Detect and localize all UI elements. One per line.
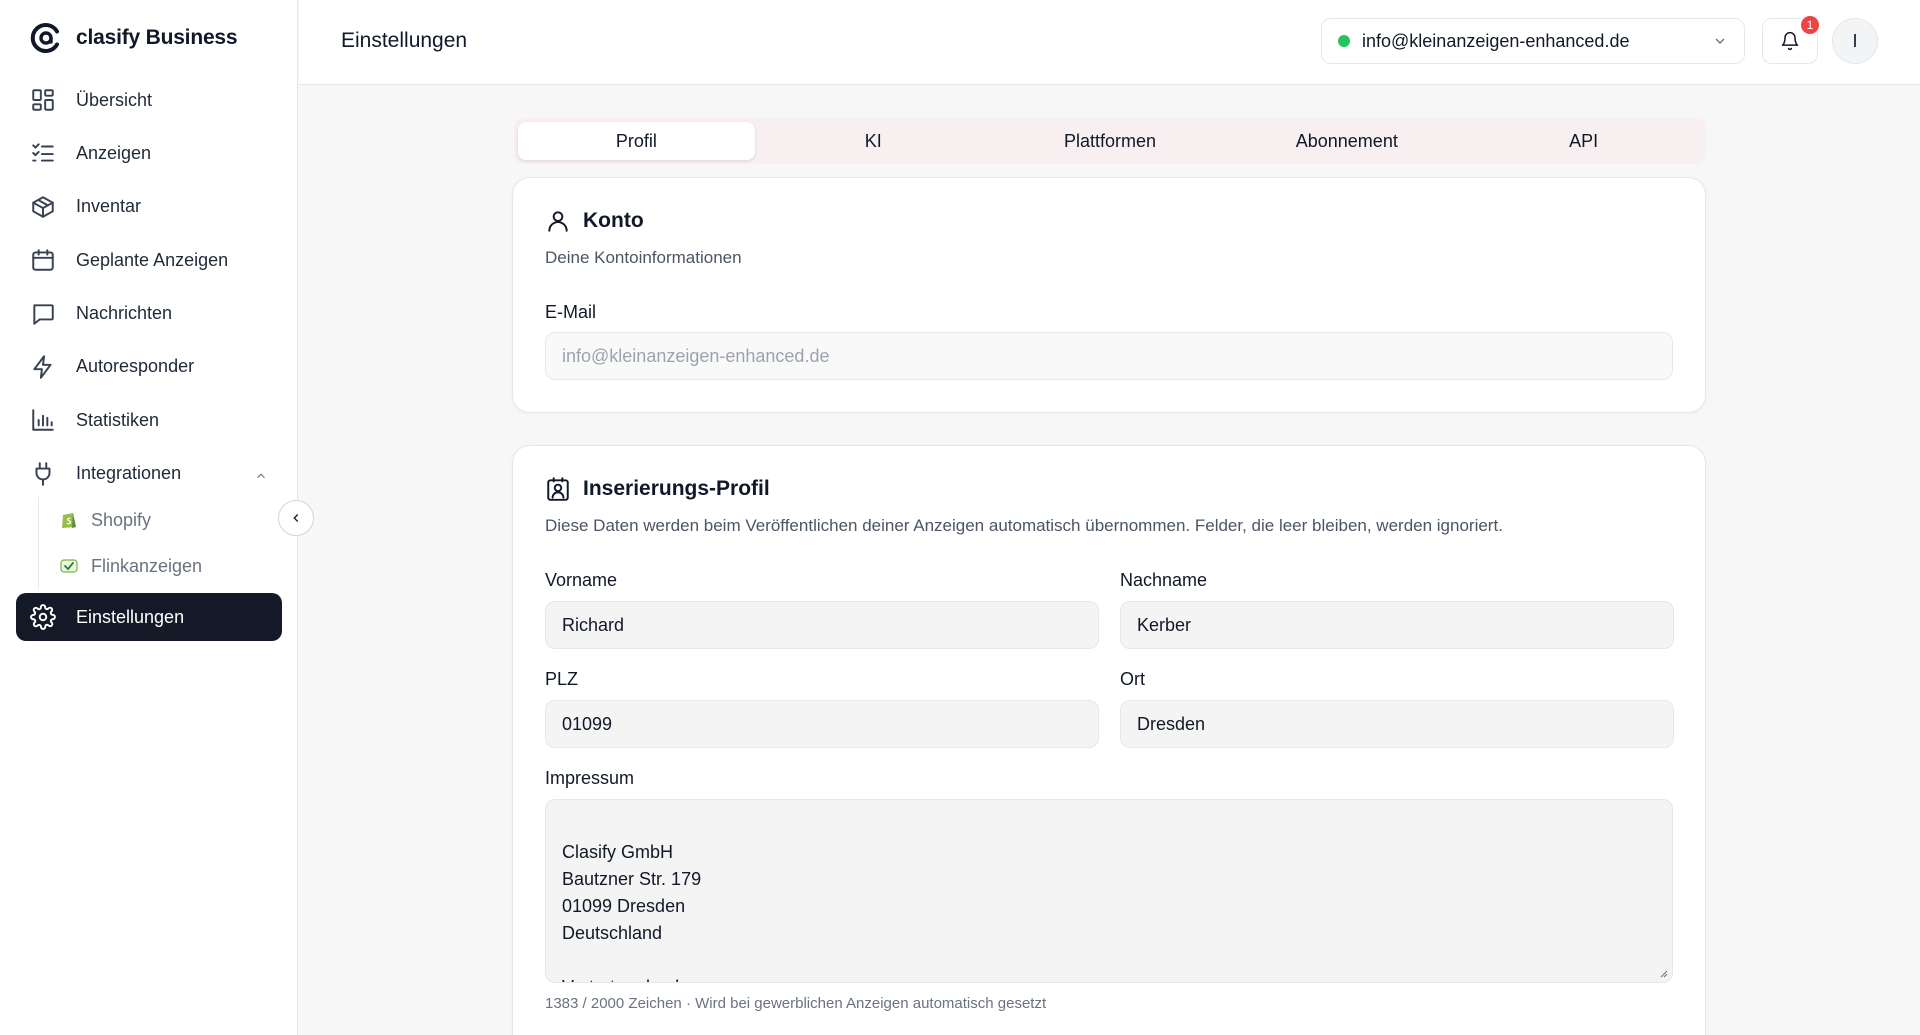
city-field[interactable]: Dresden xyxy=(1120,700,1674,748)
tab-ki[interactable]: KI xyxy=(755,122,992,160)
account-card: Konto Deine Kontoinformationen E-Mail in… xyxy=(512,177,1706,413)
listing-profile-description: Diese Daten werden beim Veröffentlichen … xyxy=(545,516,1503,535)
sidebar-item-inventar[interactable]: Inventar xyxy=(16,183,282,231)
shopify-icon xyxy=(59,510,79,530)
chevron-left-icon xyxy=(293,514,299,522)
firstname-label: Vorname xyxy=(545,570,618,590)
contact-card-icon xyxy=(547,477,569,501)
sidebar-item-uebersicht[interactable]: Übersicht xyxy=(16,76,282,124)
bolt-icon xyxy=(30,354,56,380)
chat-icon xyxy=(30,301,56,327)
sidebar-item-label: Anzeigen xyxy=(76,142,152,163)
listing-profile-title: Inserierungs-Profil xyxy=(583,477,770,500)
sidebar-nav: Übersicht Anzeigen Inventar Geplante Anz… xyxy=(16,76,282,647)
sidebar-collapse-button[interactable] xyxy=(278,500,314,536)
sidebar-item-label: Integrationen xyxy=(76,463,182,484)
user-icon xyxy=(548,211,568,232)
sidebar-item-label: Inventar xyxy=(76,196,142,217)
sidebar-item-label: Statistiken xyxy=(76,409,160,430)
zip-field[interactable]: 01099 xyxy=(545,700,1099,748)
imprint-textarea[interactable]: Clasify GmbH Bautzner Str. 179 01099 Dre… xyxy=(545,799,1673,983)
imprint-text: Clasify GmbH Bautzner Str. 179 01099 Dre… xyxy=(562,842,702,982)
list-check-icon xyxy=(30,140,56,166)
resize-handle-icon[interactable] xyxy=(1658,968,1668,978)
sidebar-item-label: Geplante Anzeigen xyxy=(76,249,229,270)
bell-icon xyxy=(1781,31,1799,51)
integrations-subnav: Shopify Flinkanzeigen xyxy=(38,497,282,590)
sidebar-item-integrationen[interactable]: Integrationen xyxy=(16,450,282,498)
calendar-icon xyxy=(30,247,56,273)
chevron-up-icon[interactable] xyxy=(254,467,268,481)
flinkanzeigen-icon xyxy=(59,556,79,576)
listing-profile-header: Inserierungs-Profil xyxy=(545,476,770,502)
sidebar-item-autoresponder[interactable]: Autoresponder xyxy=(16,343,282,391)
city-label: Ort xyxy=(1120,669,1145,689)
firstname-field[interactable]: Richard xyxy=(545,601,1099,649)
lastname-label: Nachname xyxy=(1120,570,1208,590)
sidebar: clasify Business Übersicht Anzeigen Inve… xyxy=(0,0,298,1035)
tab-profil[interactable]: Profil xyxy=(518,122,755,160)
zip-label: PLZ xyxy=(545,669,579,689)
box-icon xyxy=(30,194,56,220)
account-card-title: Konto xyxy=(583,209,644,232)
account-email: info@kleinanzeigen-enhanced.de xyxy=(1362,30,1630,51)
notifications-button[interactable]: 1 xyxy=(1762,14,1821,64)
sidebar-item-geplante-anzeigen[interactable]: Geplante Anzeigen xyxy=(16,236,282,284)
account-card-header: Konto xyxy=(545,208,644,234)
page-title: Einstellungen xyxy=(341,29,468,52)
top-header: Einstellungen info@kleinanzeigen-enhance… xyxy=(299,0,1920,85)
account-card-description: Deine Kontoinformationen xyxy=(545,248,742,267)
brand[interactable]: clasify Business xyxy=(30,22,238,54)
status-online-indicator xyxy=(1338,35,1350,47)
sidebar-item-anzeigen[interactable]: Anzeigen xyxy=(16,129,282,177)
plug-icon xyxy=(30,461,56,487)
sidebar-subitem-shopify[interactable]: Shopify xyxy=(59,497,282,543)
grid-icon xyxy=(30,87,56,113)
lastname-field[interactable]: Kerber xyxy=(1120,601,1674,649)
sidebar-item-label: Übersicht xyxy=(76,89,153,110)
sidebar-item-nachrichten[interactable]: Nachrichten xyxy=(16,290,282,338)
gear-icon xyxy=(30,604,56,630)
email-label: E-Mail xyxy=(545,302,597,322)
sidebar-subitem-label: Flinkanzeigen xyxy=(91,555,203,576)
account-select[interactable]: info@kleinanzeigen-enhanced.de xyxy=(1321,18,1745,64)
avatar[interactable]: I xyxy=(1832,18,1878,64)
sidebar-item-statistiken[interactable]: Statistiken xyxy=(16,396,282,444)
chevron-down-icon xyxy=(1712,33,1728,49)
sidebar-item-label: Autoresponder xyxy=(76,356,195,377)
brand-name: clasify Business xyxy=(76,26,238,49)
email-field[interactable]: info@kleinanzeigen-enhanced.de xyxy=(545,332,1673,380)
imprint-character-count: 1383 / 2000 Zeichen · Wird bei gewerblic… xyxy=(545,995,1047,1012)
clasify-logo-icon xyxy=(30,23,59,53)
sidebar-item-label: Einstellungen xyxy=(76,606,185,627)
listing-profile-card: Inserierungs-Profil Diese Daten werden b… xyxy=(512,445,1706,1035)
settings-tabs: Profil KI Plattformen Abonnement API xyxy=(514,118,1706,164)
sidebar-subitem-flinkanzeigen[interactable]: Flinkanzeigen xyxy=(59,543,282,589)
tab-plattformen[interactable]: Plattformen xyxy=(992,122,1229,160)
imprint-label: Impressum xyxy=(545,768,635,788)
tab-abonnement[interactable]: Abonnement xyxy=(1228,122,1465,160)
sidebar-item-label: Nachrichten xyxy=(76,303,173,324)
sidebar-item-einstellungen[interactable]: Einstellungen xyxy=(16,593,282,642)
sidebar-subitem-label: Shopify xyxy=(91,509,152,530)
notification-count-badge: 1 xyxy=(1799,14,1821,36)
tab-api[interactable]: API xyxy=(1465,122,1702,160)
bar-chart-icon xyxy=(30,407,56,433)
